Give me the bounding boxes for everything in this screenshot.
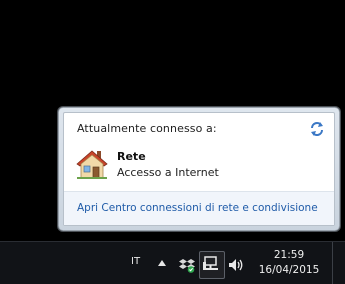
connection-section: Attualmente connesso a: Rete Accesso a I… bbox=[64, 113, 334, 197]
flyout-panel: Attualmente connesso a: Rete Accesso a I… bbox=[63, 112, 335, 226]
flyout-footer: Apri Centro connessioni di rete e condiv… bbox=[64, 191, 334, 225]
flyout-title: Attualmente connesso a: bbox=[77, 122, 217, 135]
open-network-center-link[interactable]: Apri Centro connessioni di rete e condiv… bbox=[77, 202, 318, 214]
clock-date: 16/04/2015 bbox=[258, 264, 320, 276]
home-network-icon bbox=[76, 150, 108, 179]
refresh-icon[interactable] bbox=[309, 121, 325, 137]
taskbar: IT 21:59 16/04/2015 bbox=[0, 241, 345, 284]
network-status: Accesso a Internet bbox=[117, 166, 219, 179]
network-name: Rete bbox=[117, 150, 146, 163]
volume-icon[interactable] bbox=[228, 257, 244, 273]
clock-time: 21:59 bbox=[273, 249, 305, 261]
network-icon[interactable] bbox=[202, 255, 220, 273]
language-indicator[interactable]: IT bbox=[131, 256, 140, 267]
show-desktop-button[interactable] bbox=[332, 242, 345, 284]
dropbox-icon[interactable] bbox=[179, 257, 195, 273]
system-clock[interactable]: 21:59 16/04/2015 bbox=[256, 248, 322, 278]
show-hidden-icons-arrow[interactable] bbox=[157, 259, 167, 267]
network-flyout: Attualmente connesso a: Rete Accesso a I… bbox=[58, 107, 340, 231]
